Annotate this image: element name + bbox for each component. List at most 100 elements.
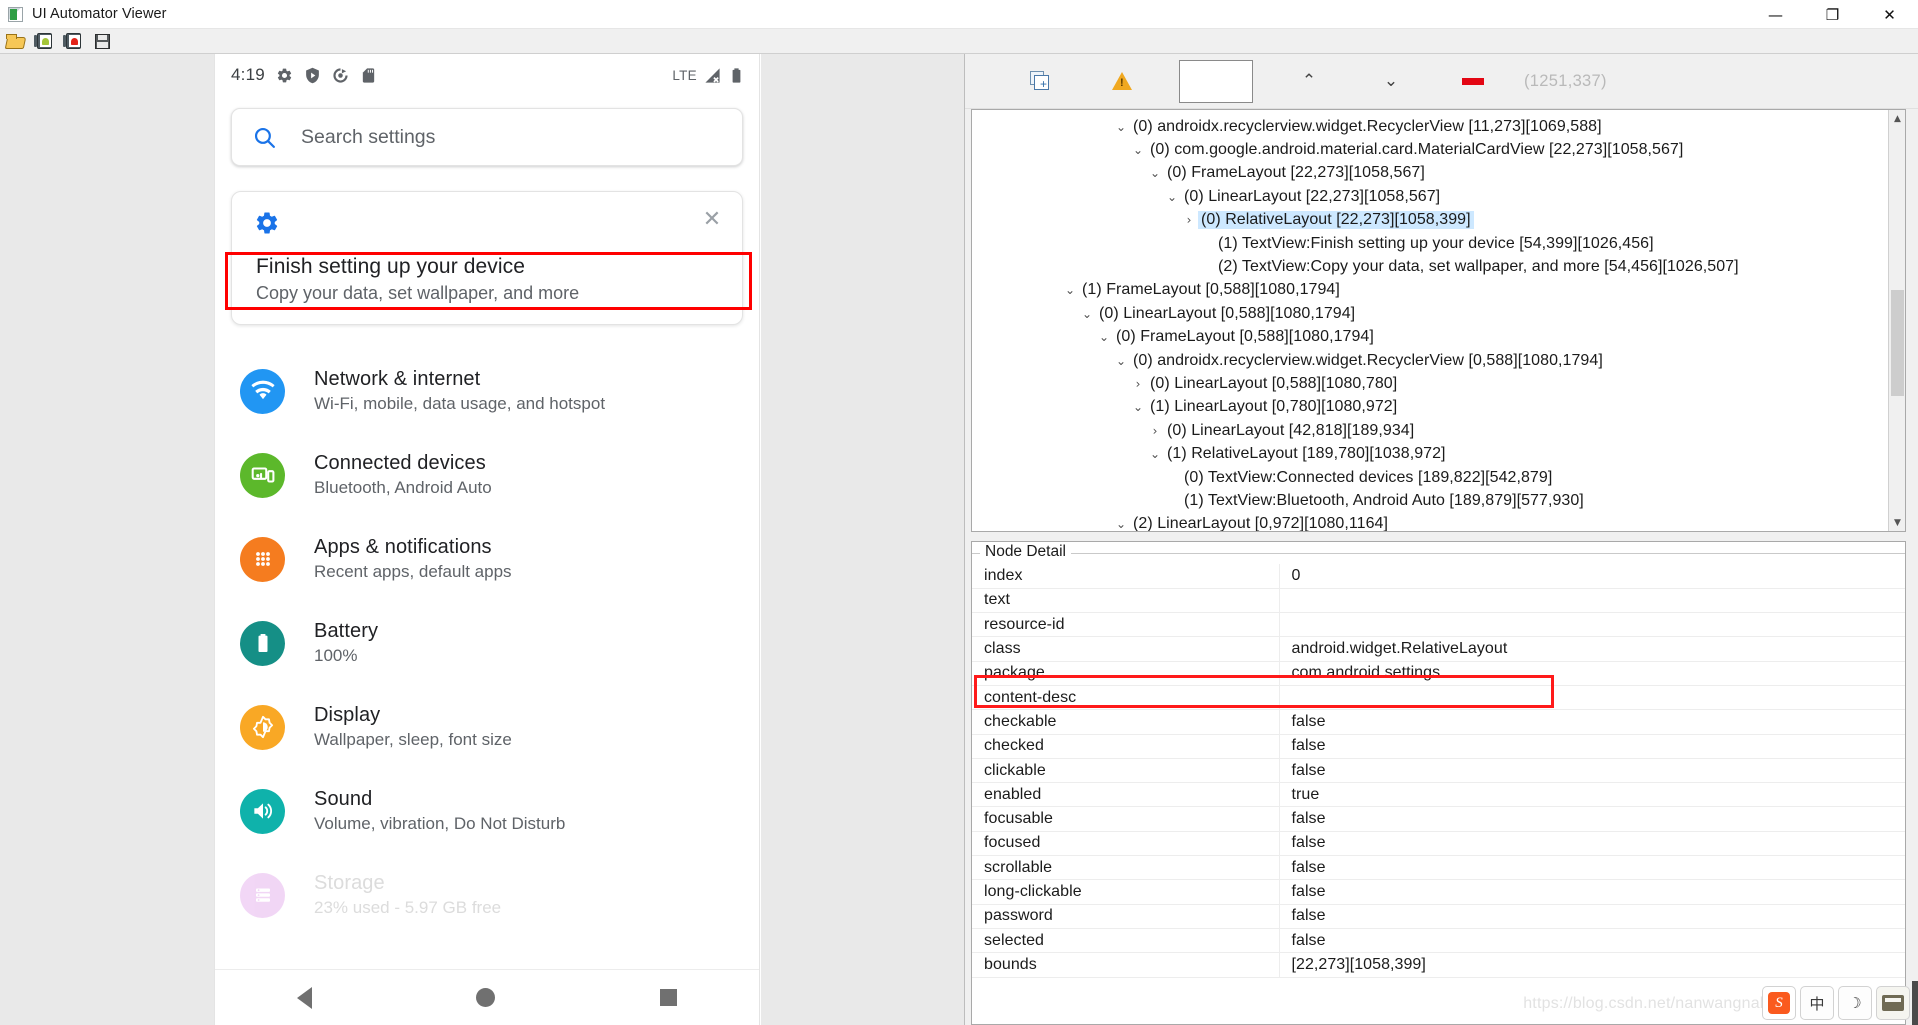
node-detail-row[interactable]: focusable false bbox=[972, 806, 1905, 832]
chevron-down-icon[interactable]: ⌄ bbox=[1146, 166, 1164, 180]
scroll-up-arrow-icon[interactable]: ▲ bbox=[1888, 110, 1905, 127]
title-bar: UI Automator Viewer — ❐ ✕ bbox=[0, 0, 1918, 29]
storage-icon bbox=[240, 872, 285, 918]
chevron-right-icon[interactable]: › bbox=[1180, 213, 1198, 227]
tree-node[interactable]: › (0) LinearLayout [42,818][189,934] bbox=[972, 419, 1888, 442]
device-red-icon[interactable] bbox=[62, 31, 84, 51]
node-detail-row[interactable]: text bbox=[972, 588, 1905, 614]
volume-icon bbox=[240, 788, 285, 834]
chevron-down-icon[interactable]: ⌄ bbox=[1129, 400, 1147, 414]
tree-node[interactable]: ⌄ (0) FrameLayout [22,273][1058,567] bbox=[972, 162, 1888, 185]
settings-row[interactable]: Network & internet Wi-Fi, mobile, data us… bbox=[215, 349, 759, 433]
tree-node[interactable]: ⌄ (0) com.google.android.material.card.Ma… bbox=[972, 138, 1888, 161]
node-detail-row[interactable]: checkable false bbox=[972, 709, 1905, 735]
home-circle-icon[interactable] bbox=[476, 988, 496, 1007]
minimize-button[interactable]: — bbox=[1747, 0, 1804, 29]
marker-button[interactable] bbox=[1432, 77, 1514, 85]
node-detail-key: checked bbox=[972, 734, 1280, 759]
node-detail-row[interactable]: enabled true bbox=[972, 782, 1905, 808]
tree-node[interactable]: (1) TextView:Bluetooth, Android Auto [18… bbox=[972, 489, 1888, 512]
node-detail-key: resource-id bbox=[972, 612, 1280, 638]
sogou-input-icon[interactable]: S bbox=[1762, 986, 1796, 1020]
tree-node[interactable]: › (0) RelativeLayout [22,273][1058,399] bbox=[972, 209, 1888, 232]
new-window-button[interactable]: + bbox=[999, 71, 1081, 91]
settings-row[interactable]: Display Wallpaper, sleep, font size bbox=[215, 685, 759, 769]
maximize-button[interactable]: ❐ bbox=[1804, 0, 1861, 29]
node-detail-row[interactable]: checked false bbox=[972, 734, 1905, 759]
node-detail-row[interactable]: scrollable false bbox=[972, 855, 1905, 881]
tree-node[interactable]: ⌄ (0) LinearLayout [22,273][1058,567] bbox=[972, 185, 1888, 208]
chevron-down-icon[interactable]: ⌄ bbox=[1112, 354, 1130, 368]
tree-node[interactable]: ⌄ (0) LinearLayout [0,588][1080,1794] bbox=[972, 302, 1888, 325]
warning-button[interactable] bbox=[1081, 72, 1163, 90]
close-icon[interactable]: ✕ bbox=[700, 208, 724, 232]
chevron-down-icon[interactable]: ⌄ bbox=[1146, 447, 1164, 461]
node-detail-row[interactable]: resource-id bbox=[972, 612, 1905, 638]
chevron-right-icon[interactable]: › bbox=[1146, 424, 1164, 438]
back-triangle-icon[interactable] bbox=[297, 986, 313, 1009]
tree-node[interactable]: ⌄ (0) androidx.recyclerview.widget.Recycl… bbox=[972, 115, 1888, 138]
tree-node[interactable]: › (0) LinearLayout [0,588][1080,780] bbox=[972, 372, 1888, 395]
search-settings-bar[interactable]: Search settings bbox=[231, 108, 743, 166]
device-green-icon[interactable] bbox=[33, 31, 55, 51]
node-tree-panel[interactable]: ⌄ (0) androidx.recyclerview.widget.Recycl… bbox=[971, 109, 1906, 532]
chevron-down-icon[interactable]: ⌄ bbox=[1163, 190, 1181, 204]
search-input[interactable]: Search settings bbox=[301, 126, 435, 149]
settings-row[interactable]: Connected devices Bluetooth, Android Auto bbox=[215, 433, 759, 517]
device-screen[interactable]: 4:19 LTE Search settings ✕ Finish settin… bbox=[214, 54, 760, 1025]
node-detail-key: selected bbox=[972, 928, 1280, 954]
open-folder-icon[interactable] bbox=[4, 31, 26, 51]
moon-icon[interactable]: ☽ bbox=[1838, 986, 1872, 1020]
tree-node[interactable]: (1) TextView:Finish setting up your devi… bbox=[972, 232, 1888, 255]
node-detail-row[interactable]: class android.widget.RelativeLayout bbox=[972, 636, 1905, 662]
tree-node[interactable]: (2) TextView:Copy your data, set wallpap… bbox=[972, 255, 1888, 278]
chevron-down-icon[interactable]: ⌄ bbox=[1129, 143, 1147, 157]
screenshot-backdrop-left bbox=[0, 54, 214, 1025]
move-down-button[interactable]: ⌄ bbox=[1350, 71, 1432, 91]
node-detail-row[interactable]: password false bbox=[972, 904, 1905, 929]
close-button[interactable]: ✕ bbox=[1861, 0, 1918, 29]
tree-node[interactable]: ⌄ (2) LinearLayout [0,972][1080,1164] bbox=[972, 513, 1888, 531]
recents-square-icon[interactable] bbox=[659, 989, 677, 1006]
node-detail-value: false bbox=[1279, 758, 1905, 784]
node-detail-row[interactable]: bounds [22,273][1058,399] bbox=[972, 952, 1905, 978]
settings-row[interactable]: Apps & notifications Recent apps, default… bbox=[215, 517, 759, 601]
chevron-down-icon[interactable]: ⌄ bbox=[1112, 120, 1130, 134]
tree-node[interactable]: ⌄ (1) FrameLayout [0,588][1080,1794] bbox=[972, 279, 1888, 302]
device-screenshot-pane[interactable]: 4:19 LTE Search settings ✕ Finish settin… bbox=[0, 54, 965, 1025]
node-detail-key: clickable bbox=[972, 758, 1280, 784]
chevron-down-icon[interactable]: ⌄ bbox=[1078, 307, 1096, 321]
node-detail-row[interactable]: package com.android.settings bbox=[972, 661, 1905, 686]
tree-node[interactable]: (0) TextView:Connected devices [189,822]… bbox=[972, 466, 1888, 489]
keyboard-icon[interactable] bbox=[1876, 986, 1910, 1020]
node-detail-row[interactable]: selected false bbox=[972, 928, 1905, 954]
node-detail-row[interactable]: focused false bbox=[972, 831, 1905, 857]
chevron-down-icon[interactable]: ⌄ bbox=[1112, 517, 1130, 531]
tree-node[interactable]: ⌄ (1) LinearLayout [0,780][1080,972] bbox=[972, 396, 1888, 419]
device-status-bar: 4:19 LTE bbox=[215, 54, 759, 96]
settings-row[interactable]: Storage 23% used - 5.97 GB free bbox=[215, 853, 759, 937]
color-swatch-button[interactable] bbox=[1163, 59, 1268, 103]
settings-row[interactable]: Sound Volume, vibration, Do Not Disturb bbox=[215, 769, 759, 853]
suggestion-card[interactable]: ✕ Finish setting up your device Copy you… bbox=[231, 191, 743, 325]
settings-row[interactable]: Battery 100% bbox=[215, 601, 759, 685]
scrollbar-thumb[interactable] bbox=[1890, 290, 1904, 396]
floppy-save-icon[interactable] bbox=[91, 31, 113, 51]
tree-node[interactable]: ⌄ (0) androidx.recyclerview.widget.Recycl… bbox=[972, 349, 1888, 372]
node-detail-value: false bbox=[1279, 904, 1905, 929]
tree-node[interactable]: ⌄ (1) RelativeLayout [189,780][1038,972] bbox=[972, 442, 1888, 465]
node-detail-row[interactable]: index 0 bbox=[972, 564, 1905, 589]
scroll-down-arrow-icon[interactable]: ▼ bbox=[1888, 514, 1905, 531]
chevron-down-icon[interactable]: ⌄ bbox=[1061, 283, 1079, 297]
tree-node[interactable]: ⌄ (0) FrameLayout [0,588][1080,1794] bbox=[972, 326, 1888, 349]
node-detail-key: focused bbox=[972, 831, 1280, 857]
move-up-button[interactable]: ⌃ bbox=[1268, 71, 1350, 91]
node-detail-row[interactable]: content-desc bbox=[972, 685, 1905, 711]
tree-scrollbar[interactable]: ▲ ▼ bbox=[1887, 110, 1905, 531]
node-detail-row[interactable]: clickable false bbox=[972, 758, 1905, 784]
node-tree[interactable]: ⌄ (0) androidx.recyclerview.widget.Recycl… bbox=[972, 110, 1888, 531]
node-detail-row[interactable]: long-clickable false bbox=[972, 879, 1905, 905]
chevron-right-icon[interactable]: › bbox=[1129, 377, 1147, 391]
chevron-down-icon[interactable]: ⌄ bbox=[1095, 330, 1113, 344]
chinese-mode-icon[interactable]: 中 bbox=[1800, 986, 1834, 1020]
